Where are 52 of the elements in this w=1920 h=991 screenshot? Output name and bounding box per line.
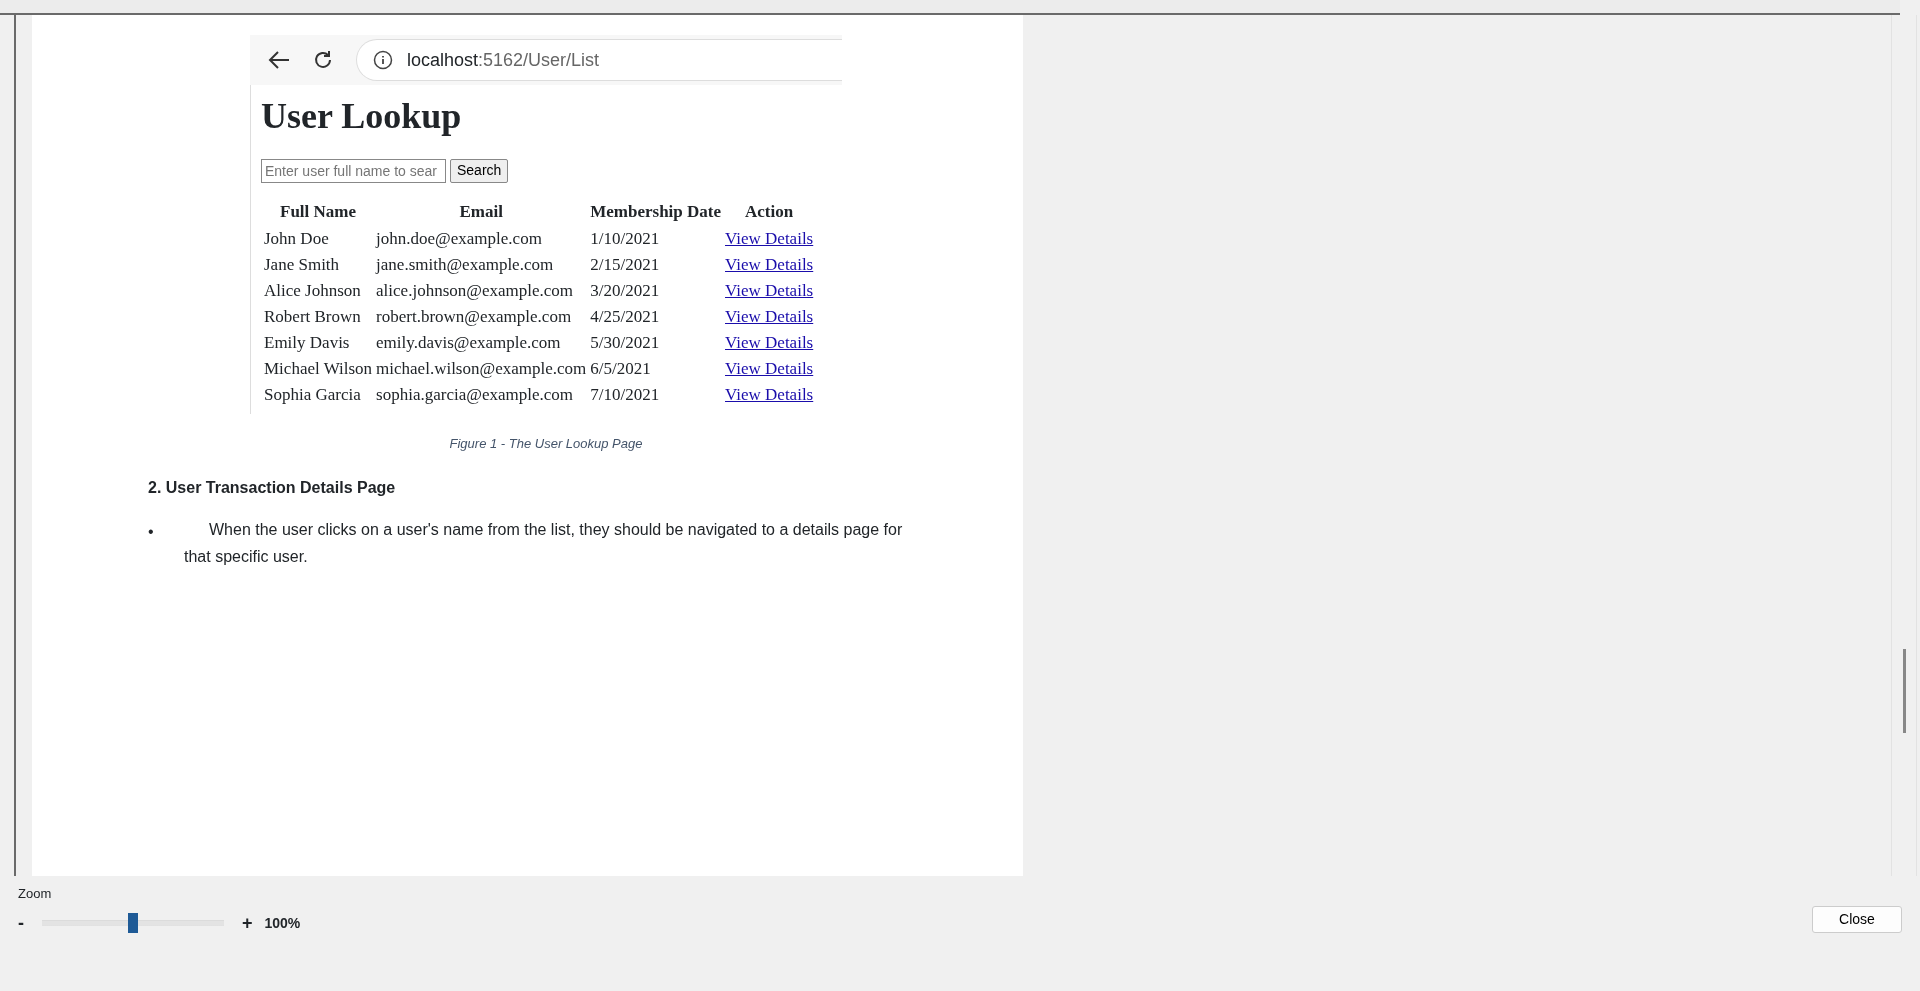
scrollbar-thumb[interactable] [1903, 649, 1906, 733]
table-cell-text: 3/20/2021 [589, 280, 661, 303]
table-cell-text: emily.davis@example.com [375, 332, 562, 355]
view-details-link[interactable]: View Details [725, 255, 814, 275]
info-icon [373, 50, 393, 70]
table-cell-text: sophia.garcia@example.com [375, 384, 574, 407]
section-heading: 2. User Transaction Details Page [148, 477, 397, 498]
bullet-marker: • [148, 521, 155, 542]
table-cell-text: 7/10/2021 [589, 384, 661, 407]
column-header: Action [744, 200, 795, 223]
table-cell-text: 1/10/2021 [589, 228, 661, 251]
table-cell-text: John Doe [263, 228, 330, 251]
zoom-in-button[interactable]: + [242, 909, 253, 937]
table-cell-text: john.doe@example.com [375, 228, 543, 251]
zoom-percentage: 100% [264, 913, 301, 933]
column-header: Membership Date [589, 200, 722, 223]
slider-thumb[interactable] [128, 913, 138, 933]
table-cell-text: 6/5/2021 [589, 358, 652, 381]
zoom-out-button[interactable]: - [18, 909, 24, 937]
table-cell-text: Emily Davis [263, 332, 351, 355]
table-cell-text: 2/15/2021 [589, 254, 661, 277]
table-cell-text: robert.brown@example.com [375, 306, 573, 329]
view-details-link[interactable]: View Details [725, 281, 814, 301]
address-bar[interactable]: localhost:5162/User/List [356, 39, 842, 81]
table-cell-text: Sophia Garcia [263, 384, 362, 407]
column-header: Email [458, 200, 504, 223]
search-button[interactable]: Search [450, 158, 509, 183]
table-cell-text: Alice Johnson [263, 280, 362, 303]
table-cell-text: Jane Smith [263, 254, 341, 277]
table-cell-text: 4/25/2021 [589, 306, 661, 329]
address-url: localhost:5162/User/List [407, 48, 600, 72]
zoom-label: Zoom [18, 885, 53, 903]
reload-icon [312, 49, 334, 71]
column-header: Full Name [279, 200, 358, 223]
table-cell-text: Robert Brown [263, 306, 362, 329]
figure-caption: Figure 1 - The User Lookup Page [448, 435, 644, 454]
bullet-text: When the user clicks on a user's name from the list, they should be navigated to a details page for that specific user. [184, 519, 904, 567]
close-button[interactable]: Close [1812, 906, 1902, 933]
page-title: User Lookup [261, 97, 463, 137]
table-cell-text: jane.smith@example.com [375, 254, 555, 277]
scrollbar[interactable] [1891, 15, 1917, 876]
view-details-link[interactable]: View Details [725, 307, 814, 327]
table-cell-text: michael.wilson@example.com [375, 358, 588, 381]
table-cell-text: 5/30/2021 [589, 332, 661, 355]
table-cell-text: alice.johnson@example.com [375, 280, 574, 303]
view-details-link[interactable]: View Details [725, 385, 814, 405]
back-arrow-icon [268, 50, 290, 70]
view-details-link[interactable]: View Details [725, 333, 814, 353]
view-details-link[interactable]: View Details [725, 359, 814, 379]
table-cell-text: Michael Wilson [263, 358, 374, 381]
view-details-link[interactable]: View Details [725, 229, 814, 249]
search-field[interactable]: Enter user full name to sear [261, 158, 446, 183]
